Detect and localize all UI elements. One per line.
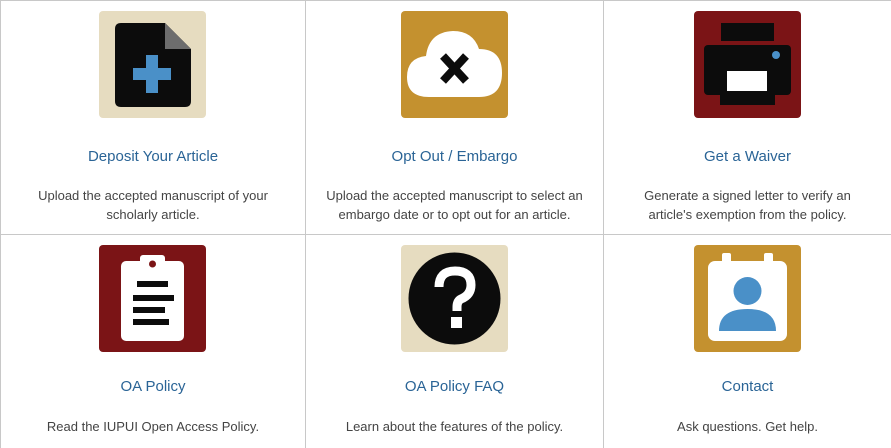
tile-oa-policy-faq[interactable]: OA Policy FAQ Learn about the features o… <box>306 235 604 448</box>
file-add-icon[interactable] <box>99 11 206 118</box>
tile-description: Read the IUPUI Open Access Policy. <box>46 419 260 434</box>
clipboard-icon[interactable] <box>99 245 206 352</box>
printer-icon[interactable] <box>693 11 801 118</box>
tile-title[interactable]: Get a Waiver <box>604 147 891 167</box>
tile-title[interactable]: OA Policy FAQ <box>306 377 603 397</box>
tile-opt-out-embargo[interactable]: Opt Out / Embargo Upload the accepted ma… <box>306 1 604 235</box>
tile-oa-policy[interactable]: OA Policy Read the IUPUI Open Access Pol… <box>0 235 306 448</box>
tile-description: Upload the accepted manuscript of your s… <box>38 188 268 222</box>
tile-description: Generate a signed letter to verify an ar… <box>644 188 851 222</box>
tile-title[interactable]: Opt Out / Embargo <box>306 147 603 167</box>
contact-card-icon[interactable] <box>693 245 801 352</box>
tile-title[interactable]: Deposit Your Article <box>1 147 305 167</box>
tile-title[interactable]: OA Policy <box>1 377 305 397</box>
tile-description: Upload the accepted manuscript to select… <box>326 188 583 222</box>
cloud-x-icon[interactable] <box>400 11 508 118</box>
tile-grid: Deposit Your Article Upload the accepted… <box>0 0 891 448</box>
tile-get-waiver[interactable]: Get a Waiver Generate a signed letter to… <box>604 1 891 235</box>
tile-description: Learn about the features of the policy. <box>345 419 564 434</box>
tile-deposit-article[interactable]: Deposit Your Article Upload the accepted… <box>0 1 306 235</box>
question-icon[interactable] <box>400 245 508 352</box>
tile-contact[interactable]: Contact Ask questions. Get help. <box>604 235 891 448</box>
tile-description: Ask questions. Get help. <box>677 419 818 434</box>
tile-title[interactable]: Contact <box>604 377 891 397</box>
